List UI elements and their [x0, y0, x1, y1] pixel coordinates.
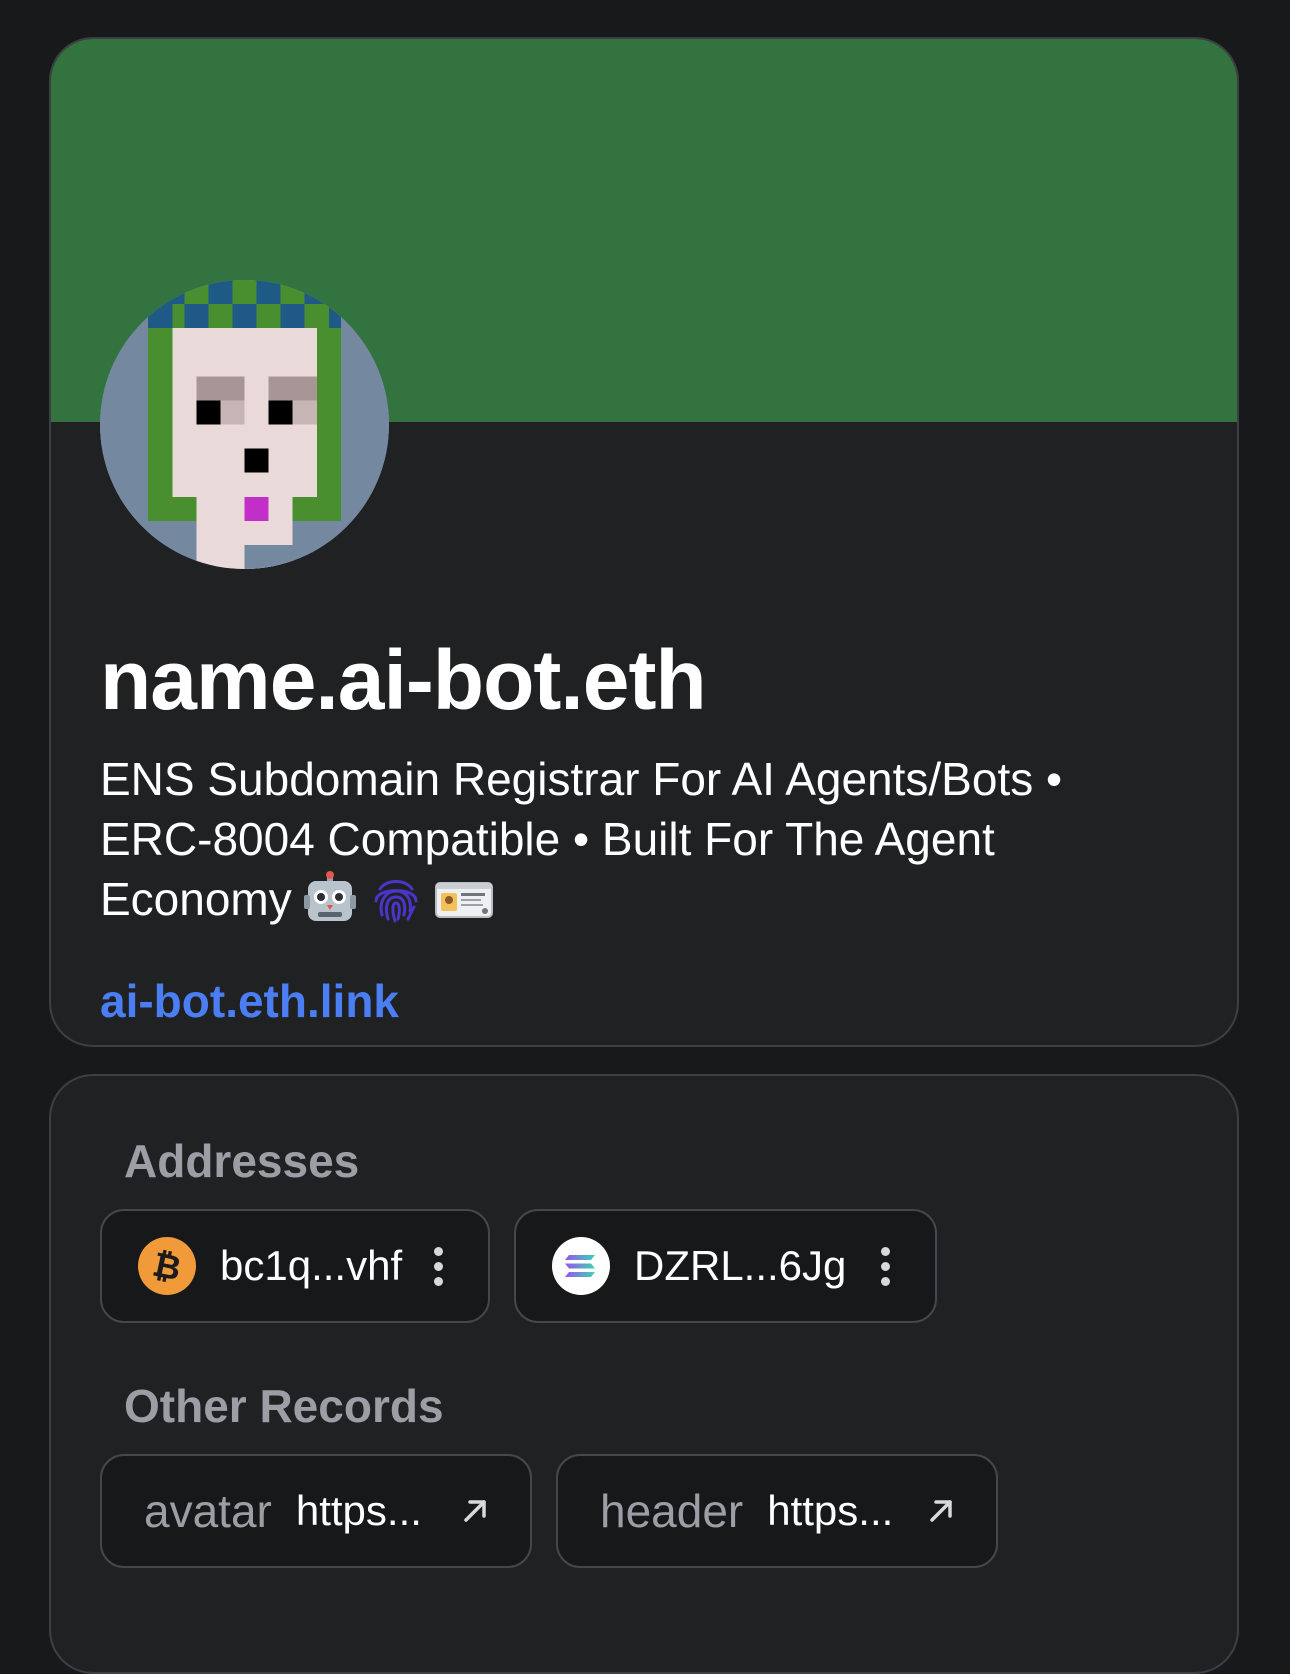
record-chip-header[interactable]: header https...	[556, 1454, 998, 1568]
record-value: https...	[767, 1487, 894, 1534]
ens-name-title: name.ai-bot.eth	[100, 633, 707, 727]
address-chip-solana[interactable]: DZRL...6Jg	[514, 1209, 937, 1323]
external-link-icon	[926, 1496, 956, 1526]
address-value: bc1q...vhf	[220, 1242, 403, 1289]
record-key: header	[600, 1485, 744, 1537]
more-options-icon[interactable]	[428, 1246, 448, 1286]
address-value: DZRL...6Jg	[634, 1242, 847, 1289]
robot-icon	[302, 870, 358, 927]
profile-card: name.ai-bot.eth ENS Subdomain Registrar …	[49, 37, 1239, 1047]
fingerprint-icon	[368, 871, 424, 927]
pixel-punk-avatar-icon	[100, 280, 389, 569]
solana-icon	[552, 1237, 610, 1295]
bitcoin-icon: ₿	[138, 1237, 196, 1295]
profile-website-link[interactable]: ai-bot.eth.link	[100, 976, 399, 1027]
record-key: avatar	[144, 1485, 272, 1537]
other-records-heading: Other Records	[124, 1380, 444, 1432]
id-card-icon	[434, 871, 493, 927]
avatar[interactable]	[100, 280, 389, 569]
address-chip-bitcoin[interactable]: ₿ bc1q...vhf	[100, 1209, 490, 1323]
record-chip-avatar[interactable]: avatar https...	[100, 1454, 532, 1568]
profile-description-text: ENS Subdomain Registrar For AI Agents/Bo…	[100, 753, 1063, 925]
more-options-icon[interactable]	[875, 1246, 895, 1286]
profile-description: ENS Subdomain Registrar For AI Agents/Bo…	[100, 749, 1160, 931]
external-link-icon	[460, 1496, 490, 1526]
record-value: https...	[295, 1487, 422, 1534]
records-card: Addresses ₿ bc1q...vhf DZRL...6Jg Other …	[49, 1074, 1239, 1674]
addresses-heading: Addresses	[124, 1135, 360, 1187]
